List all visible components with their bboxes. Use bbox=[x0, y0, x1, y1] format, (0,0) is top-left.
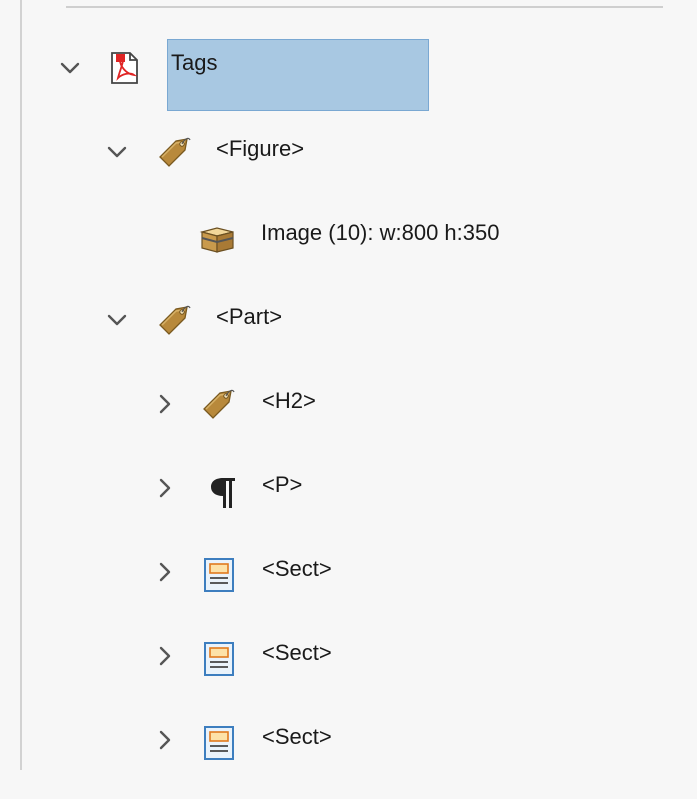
tree-item-label: <H2> bbox=[262, 388, 316, 413]
chevron-down-icon[interactable] bbox=[104, 139, 130, 165]
chevron-right-icon[interactable] bbox=[152, 475, 178, 501]
tree-row-p[interactable]: <P> bbox=[0, 460, 697, 516]
tag-icon bbox=[156, 302, 192, 338]
tree-item-label: <Part> bbox=[216, 304, 283, 329]
chevron-down-icon[interactable] bbox=[104, 307, 130, 333]
tree-item-label: Tags bbox=[171, 50, 218, 75]
paragraph-icon bbox=[205, 474, 241, 510]
tree-item-label: <Sect> bbox=[262, 556, 332, 581]
chevron-right-icon[interactable] bbox=[152, 391, 178, 417]
tree-item-label: Image (10): w:800 h:350 bbox=[261, 220, 500, 245]
section-icon bbox=[201, 724, 237, 760]
tree-row-sect[interactable]: <Sect> bbox=[0, 628, 697, 684]
tree-item-label: <Figure> bbox=[216, 136, 305, 161]
chevron-down-icon[interactable] bbox=[57, 55, 83, 81]
tag-icon bbox=[200, 386, 236, 422]
tree-row-h2[interactable]: <H2> bbox=[0, 376, 697, 432]
chevron-right-icon[interactable] bbox=[152, 727, 178, 753]
chevron-right-icon[interactable] bbox=[152, 643, 178, 669]
tree-row-sect[interactable]: <Sect> bbox=[0, 544, 697, 600]
pdf-document-icon bbox=[106, 50, 142, 86]
tree-item-label: <P> bbox=[262, 472, 303, 497]
tree-item-label: <Sect> bbox=[262, 724, 332, 749]
section-icon bbox=[201, 556, 237, 592]
tree-row-part[interactable]: <Part> bbox=[0, 292, 697, 348]
tag-icon bbox=[156, 134, 192, 170]
tree-row-figure[interactable]: <Figure> bbox=[0, 124, 697, 180]
chevron-right-icon[interactable] bbox=[152, 559, 178, 585]
tree-row-image[interactable]: Image (10): w:800 h:350 bbox=[0, 208, 697, 264]
image-box-icon bbox=[199, 220, 235, 256]
tree-row-tags-root[interactable]: Tags bbox=[0, 40, 697, 96]
section-icon bbox=[201, 640, 237, 676]
tree-item-label: <Sect> bbox=[262, 640, 332, 665]
tree-row-sect[interactable]: <Sect> bbox=[0, 712, 697, 768]
tags-tree: Tags <Figure> Image (10): w:800 h:350 <P… bbox=[0, 0, 697, 799]
